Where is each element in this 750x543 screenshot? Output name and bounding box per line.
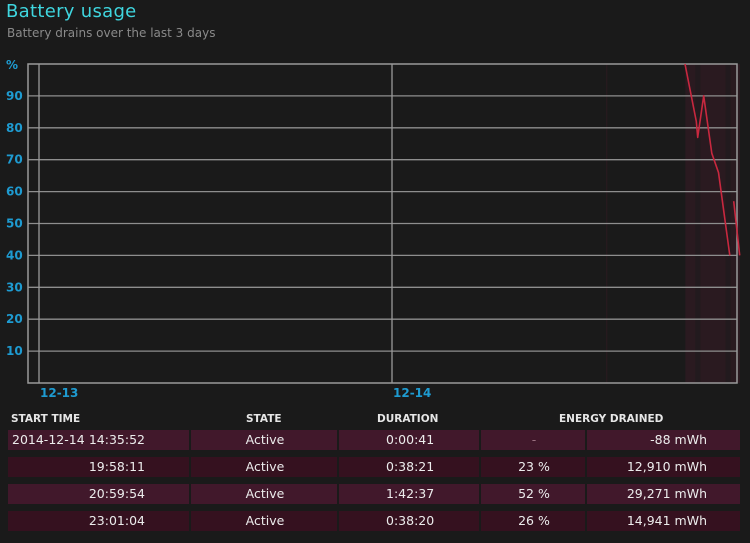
energy-drained-cell: -88 mWh [585,430,742,450]
header-state: STATE [246,413,282,425]
battery-usage-table: START TIME STATE DURATION ENERGY DRAINED… [8,410,740,531]
start-clock: 14:35:52 [88,432,145,447]
state-cell: Active [189,484,339,504]
y-tick-label: 70 [6,153,23,167]
y-tick-label: 10 [6,344,23,358]
energy-drained-cell: 14,941 mWh [585,511,742,531]
table-row: 19:58:11 Active 0:38:21 23 % 12,910 mWh [8,457,740,477]
duration-value: 1:42:37 [386,486,435,501]
start-clock: 20:59:54 [88,486,145,501]
y-tick-label: 60 [6,185,23,199]
header-duration: DURATION [377,413,439,425]
duration-value: 0:38:21 [386,459,435,474]
y-tick-label: 40 [6,248,23,262]
table-row: 20:59:54 Active 1:42:37 52 % 29,271 mWh [8,484,740,504]
duration-cell: 1:42:37 [337,484,481,504]
y-tick-label: 20 [6,312,23,326]
percent-drained-cell: 23 % [479,457,587,477]
battery-drain-chart: % 10 20 30 40 50 60 70 80 90 12-13 12-14 [6,58,741,400]
start-date: 2014-12-14 [12,432,85,447]
x-tick-label: 12-14 [393,386,431,400]
state-cell: Active [189,430,339,450]
y-axis-unit-label: % [6,58,18,72]
x-tick-label: 12-13 [40,386,78,400]
state-cell: Active [189,457,339,477]
energy-value: 12,910 mWh [626,459,707,474]
energy-drained-cell: 29,271 mWh [585,484,742,504]
percent-drained-cell: 26 % [479,511,587,531]
duration-value: 0:00:41 [386,432,435,447]
header-start-time: START TIME [11,413,81,425]
start-clock: 19:58:11 [88,459,145,474]
duration-cell: 0:38:20 [337,511,481,531]
table-header: START TIME STATE DURATION ENERGY DRAINED [8,410,740,428]
start-time-cell: 19:58:11 [8,457,189,477]
table-row: 23:01:04 Active 0:38:20 26 % 14,941 mWh [8,511,740,531]
duration-cell: 0:38:21 [337,457,481,477]
energy-drained-cell: 12,910 mWh [585,457,742,477]
y-tick-label: 80 [6,121,23,135]
duration-cell: 0:00:41 [337,430,481,450]
table-row: 2014-12-14 14:35:52 Active 0:00:41 - -88… [8,430,740,450]
header-energy-drained: ENERGY DRAINED [559,413,664,425]
percent-drained-cell: - [479,430,587,450]
start-time-cell: 2014-12-14 14:35:52 [8,430,189,450]
state-cell: Active [189,511,339,531]
percent-drained-cell: 52 % [479,484,587,504]
y-tick-label: 30 [6,280,23,294]
energy-value: 29,271 mWh [626,486,707,501]
y-tick-label: 90 [6,89,23,103]
energy-value: -88 mWh [650,432,707,447]
energy-value: 14,941 mWh [626,513,707,528]
start-clock: 23:01:04 [88,513,145,528]
y-tick-label: 50 [6,217,23,231]
start-time-cell: 20:59:54 [8,484,189,504]
start-time-cell: 23:01:04 [8,511,189,531]
duration-value: 0:38:20 [386,513,435,528]
